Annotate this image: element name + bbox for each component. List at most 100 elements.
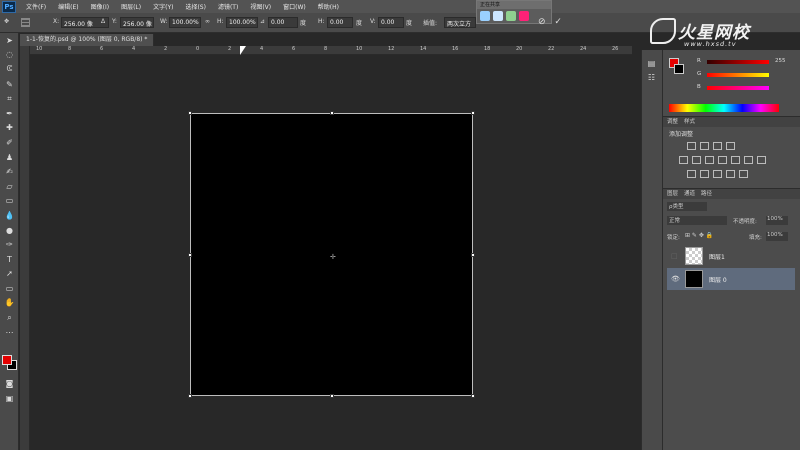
marquee-tool-icon[interactable]: ◌ [0,48,19,63]
paint-icon[interactable] [506,11,516,21]
stop-sharing-icon[interactable] [519,11,529,21]
vibrance-adjust-icon[interactable] [679,156,688,164]
tab-paths[interactable]: 路径 [701,189,712,199]
transform-handle[interactable] [330,394,334,398]
healing-tool-icon[interactable]: ✚ [0,121,19,136]
path-select-tool-icon[interactable]: ➚ [0,267,19,282]
transform-handle[interactable] [471,394,475,398]
transform-handle[interactable] [330,111,334,115]
posterize-adjust-icon[interactable] [700,170,709,178]
layer-row[interactable]: □ 图层1 [667,245,795,267]
eye-icon[interactable]: 👁 [671,275,680,283]
interpolation-select[interactable]: 两次立方 [444,17,476,28]
g-slider[interactable] [707,73,769,77]
transform-handle[interactable] [188,253,192,257]
history-panel-icon[interactable]: ▤ [642,56,661,71]
reference-point-icon[interactable] [21,18,30,27]
channel-mixer-adjust-icon[interactable] [744,156,753,164]
photo-filter-adjust-icon[interactable] [731,156,740,164]
lookup-adjust-icon[interactable] [757,156,766,164]
zoom-tool-icon[interactable]: ⌕ [0,310,19,325]
bw-adjust-icon[interactable] [718,156,727,164]
b-slider[interactable] [707,86,769,90]
commit-transform-icon[interactable]: ✓ [554,17,562,27]
document-canvas[interactable]: ✛ [188,111,475,398]
cancel-transform-icon[interactable]: ⊘ [538,17,546,27]
menu-edit[interactable]: 编辑(E) [52,2,84,11]
screen-mode-icon[interactable]: ▣ [0,391,19,406]
color-spectrum[interactable] [669,104,779,112]
h-skew-field[interactable]: 0.00 [327,17,353,28]
layer-name[interactable]: 图层1 [709,252,725,261]
layer-filter-select[interactable]: ρ类型 [667,202,707,211]
threshold-adjust-icon[interactable] [713,170,722,178]
menu-type[interactable]: 文字(Y) [147,2,179,11]
w-field[interactable]: 100.00% [169,17,201,28]
pen-tool-icon[interactable]: ✑ [0,237,19,252]
invert-adjust-icon[interactable] [687,170,696,178]
layer-row-selected[interactable]: 👁 图层 0 [667,268,795,290]
gradient-tool-icon[interactable]: ▭ [0,194,19,209]
menu-filter[interactable]: 滤镜(T) [212,2,244,11]
menu-image[interactable]: 图像(I) [85,2,115,11]
menu-help[interactable]: 帮助(H) [312,2,345,11]
color-balance-adjust-icon[interactable] [705,156,714,164]
document-tab[interactable]: 1-1-恢复的.psd @ 100% (图层 0, RGB/8) * [20,34,155,46]
r-slider[interactable] [707,60,769,64]
y-field[interactable]: 256.00 像 [120,17,154,28]
menu-layer[interactable]: 图层(L) [115,2,147,11]
tab-adjustments[interactable]: 调整 [667,117,678,127]
chat-icon[interactable] [493,11,503,21]
more-tools-icon[interactable]: ⋯ [0,325,19,340]
eyedropper-tool-icon[interactable]: ✒ [0,106,19,121]
levels-adjust-icon[interactable] [700,142,709,150]
share-cloud-icon[interactable] [480,11,490,21]
transform-handle[interactable] [471,111,475,115]
link-icon[interactable]: ∞ [205,18,210,25]
selective-color-adjust-icon[interactable] [726,170,735,178]
menu-file[interactable]: 文件(F) [20,2,52,11]
h-field[interactable]: 100.00% [226,17,258,28]
transform-handle[interactable] [471,253,475,257]
tab-layers[interactable]: 图层 [667,189,678,199]
properties-panel-icon[interactable]: ☷ [642,71,661,86]
transform-handle[interactable] [188,111,192,115]
canvas-area[interactable]: ✛ [30,55,632,450]
tab-channels[interactable]: 通道 [684,189,695,199]
stamp-tool-icon[interactable]: ♟ [0,150,19,165]
hue-adjust-icon[interactable] [692,156,701,164]
quick-select-tool-icon[interactable]: ✎ [0,77,19,92]
transform-center-icon[interactable]: ✛ [330,253,336,261]
dodge-tool-icon[interactable]: ● [0,223,19,238]
shape-tool-icon[interactable]: ▭ [0,281,19,296]
move-tool-icon[interactable]: ➤ [0,33,19,48]
exposure-adjust-icon[interactable] [726,142,735,150]
crop-tool-icon[interactable]: ⌗ [0,91,19,106]
fill-field[interactable]: 100% [766,232,788,241]
hand-tool-icon[interactable]: ✋ [0,296,19,311]
menu-view[interactable]: 视图(V) [244,2,277,11]
lock-icons[interactable]: ⊞ ✎ ✥ 🔒 [685,232,713,239]
v-skew-field[interactable]: 0.00 [378,17,404,28]
brush-tool-icon[interactable]: ✐ [0,135,19,150]
brightness-adjust-icon[interactable] [687,142,696,150]
menu-select[interactable]: 选择(S) [179,2,212,11]
menu-window[interactable]: 窗口(W) [277,2,312,11]
blend-mode-select[interactable]: 正常 [667,216,727,225]
eraser-tool-icon[interactable]: ▱ [0,179,19,194]
lasso-tool-icon[interactable]: ᕳ [0,62,19,77]
angle-field[interactable]: 0.00 [268,17,298,28]
layer-name[interactable]: 图层 0 [709,275,727,284]
blur-tool-icon[interactable]: 💧 [0,208,19,223]
panel-background-swatch[interactable] [674,64,684,74]
history-brush-tool-icon[interactable]: ✍ [0,164,19,179]
foreground-color-swatch[interactable] [2,355,12,365]
r-value[interactable]: 255 [775,58,786,64]
type-tool-icon[interactable]: T [0,252,19,267]
transform-handle[interactable] [188,394,192,398]
opacity-field[interactable]: 100% [766,216,788,225]
quick-mask-icon[interactable]: ◙ [0,376,19,391]
curves-adjust-icon[interactable] [713,142,722,150]
delta-icon[interactable]: Δ [101,18,105,25]
tab-styles[interactable]: 样式 [684,117,695,127]
